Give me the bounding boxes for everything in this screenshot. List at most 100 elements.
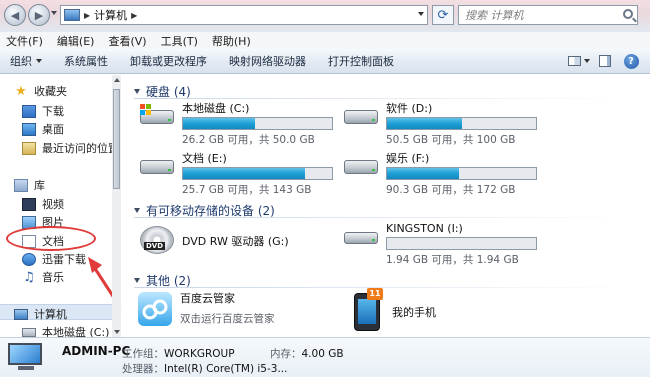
collapse-icon — [134, 208, 140, 213]
scroll-down-icon[interactable] — [114, 330, 120, 334]
baidu-cloud-subtitle: 双击运行百度云管家 — [180, 313, 275, 325]
music-icon: ♫ — [23, 269, 35, 285]
recent-pages-dropdown-icon[interactable] — [51, 11, 57, 15]
system-properties-button[interactable]: 系统属性 — [64, 53, 108, 69]
back-arrow-icon: ◀ — [10, 8, 20, 22]
nav-thunder-downloads[interactable]: 迅雷下载 — [22, 251, 86, 267]
nav-scrollbar[interactable] — [112, 75, 121, 337]
processor-row: 处理器：Intel(R) Core(TM) i5-3... — [122, 361, 287, 376]
hard-drive-icon — [342, 102, 382, 128]
hard-drive-icon — [22, 327, 36, 337]
nav-favorites-label: 收藏夹 — [34, 85, 67, 98]
map-drive-button[interactable]: 映射网络驱动器 — [229, 53, 306, 69]
uninstall-button[interactable]: 卸载或更改程序 — [130, 53, 207, 69]
drive-d[interactable]: 软件 (D:) 50.5 GB 可用，共 100 GB — [342, 102, 537, 147]
search-input[interactable]: 搜索 计算机 — [458, 5, 638, 25]
nav-videos[interactable]: 视频 — [22, 196, 64, 212]
drive-e-capacity: 25.7 GB 可用，共 143 GB — [182, 184, 312, 196]
menu-view[interactable]: 查看(V) — [108, 33, 146, 49]
breadcrumb-separator-icon[interactable]: ▶ — [131, 11, 137, 20]
menu-edit[interactable]: 编辑(E) — [57, 33, 95, 49]
preview-pane-icon — [599, 55, 611, 67]
nav-computer-label: 计算机 — [34, 308, 67, 321]
drive-d-capacity: 50.5 GB 可用，共 100 GB — [386, 134, 516, 146]
recent-places-icon — [22, 141, 36, 155]
drive-g-name: DVD RW 驱动器 (G:) — [182, 234, 289, 248]
nav-videos-label: 视频 — [42, 198, 64, 211]
menu-help[interactable]: 帮助(H) — [212, 33, 251, 49]
memory-value: 4.00 GB — [301, 348, 344, 360]
breadcrumb-separator-icon[interactable]: ▶ — [84, 11, 90, 20]
drive-i-usb[interactable]: KINGSTON (I:) 1.94 GB 可用，共 1.94 GB — [342, 222, 537, 267]
scroll-up-icon[interactable] — [114, 78, 120, 82]
drive-d-usage-bar — [386, 117, 537, 130]
nav-libraries[interactable]: 库 — [14, 177, 45, 193]
nav-desktop[interactable]: 桌面 — [22, 121, 64, 137]
nav-downloads-label: 下载 — [42, 105, 64, 118]
help-icon: ? — [623, 53, 639, 69]
address-bar[interactable]: ▶ 计算机 ▶ — [60, 5, 428, 25]
group-divider — [134, 217, 634, 218]
drive-f[interactable]: 娱乐 (F:) 90.3 GB 可用，共 172 GB — [342, 152, 537, 197]
hard-drive-icon — [138, 152, 178, 178]
drive-c-capacity: 26.2 GB 可用，共 50.0 GB — [182, 134, 315, 146]
group-other[interactable]: 其他 (2) — [134, 272, 634, 289]
drive-f-capacity: 90.3 GB 可用，共 172 GB — [386, 184, 516, 196]
search-icon[interactable] — [623, 9, 633, 19]
control-panel-label: 打开控制面板 — [328, 55, 394, 68]
forward-button[interactable]: ▶ — [28, 4, 50, 26]
nav-downloads[interactable]: 下载 — [22, 103, 64, 119]
computer-name: ADMIN-PC — [62, 344, 131, 358]
change-view-button[interactable] — [568, 52, 590, 70]
menu-file[interactable]: 文件(F) — [6, 33, 43, 49]
drive-e-usage-bar — [182, 167, 333, 180]
search-placeholder: 搜索 计算机 — [465, 9, 524, 22]
group-hard-disks[interactable]: 硬盘 (4) — [134, 83, 634, 100]
memory-label: 内存： — [270, 348, 302, 360]
collapse-icon — [134, 89, 140, 94]
scroll-thumb[interactable] — [113, 89, 120, 189]
drive-d-usage-fill — [387, 118, 462, 129]
computer-icon — [14, 308, 28, 320]
uninstall-label: 卸载或更改程序 — [130, 55, 207, 68]
download-folder-icon — [22, 104, 36, 118]
control-panel-button[interactable]: 打开控制面板 — [328, 53, 394, 69]
group-removable-storage[interactable]: 有可移动存储的设备 (2) — [134, 202, 634, 219]
drive-e-usage-fill — [183, 168, 306, 179]
nav-computer[interactable]: 计算机 — [14, 306, 67, 322]
organize-button[interactable]: 组织 — [10, 53, 42, 69]
help-button[interactable]: ? — [620, 52, 642, 70]
drive-f-usage-fill — [387, 168, 459, 179]
memory-row: 内存：4.00 GB — [270, 346, 344, 361]
workgroup-row: 工作组：WORKGROUP — [122, 346, 235, 361]
menu-bar: 文件(F) 编辑(E) 查看(V) 工具(T) 帮助(H) — [0, 32, 650, 49]
nav-favorites[interactable]: ★ 收藏夹 — [14, 83, 67, 99]
preview-pane-button[interactable] — [594, 52, 616, 70]
title-bar: ◀ ▶ ▶ 计算机 ▶ ⟳ 搜索 计算机 — [0, 0, 650, 32]
group-divider — [134, 287, 634, 288]
drive-c-name: 本地磁盘 (C:) — [182, 102, 250, 115]
usb-drive-icon — [342, 222, 382, 248]
command-bar: 组织 系统属性 卸载或更改程序 映射网络驱动器 打开控制面板 ? — [0, 49, 650, 74]
address-dropdown-icon[interactable] — [418, 12, 424, 16]
drive-e[interactable]: 文档 (E:) 25.7 GB 可用，共 143 GB — [138, 152, 333, 197]
drive-c[interactable]: 本地磁盘 (C:) 26.2 GB 可用，共 50.0 GB — [138, 102, 333, 147]
drive-d-name: 软件 (D:) — [386, 102, 433, 115]
chevron-down-icon — [36, 59, 42, 63]
nav-recent[interactable]: 最近访问的位置 — [22, 140, 119, 156]
drive-f-name: 娱乐 (F:) — [386, 152, 430, 165]
drive-g-dvd[interactable]: DVD DVD RW 驱动器 (G:) — [138, 226, 289, 256]
computer-icon — [64, 9, 80, 21]
breadcrumb-computer[interactable]: 计算机 — [94, 7, 127, 23]
details-pane: ADMIN-PC 工作组：WORKGROUP 内存：4.00 GB 处理器：In… — [0, 337, 650, 377]
nav-music[interactable]: ♫ 音乐 — [22, 269, 64, 285]
baidu-cloud-item[interactable]: 百度云管家 双击运行百度云管家 — [138, 292, 275, 326]
menu-tools[interactable]: 工具(T) — [161, 33, 198, 49]
back-button[interactable]: ◀ — [4, 4, 26, 26]
library-icon — [14, 178, 28, 192]
processor-value: Intel(R) Core(TM) i5-3... — [164, 363, 288, 375]
dvd-drive-icon: DVD — [138, 226, 178, 256]
refresh-button[interactable]: ⟳ — [432, 5, 454, 25]
my-phone-item[interactable]: 11 我的手机 — [350, 288, 436, 331]
hard-drive-icon — [138, 102, 178, 128]
